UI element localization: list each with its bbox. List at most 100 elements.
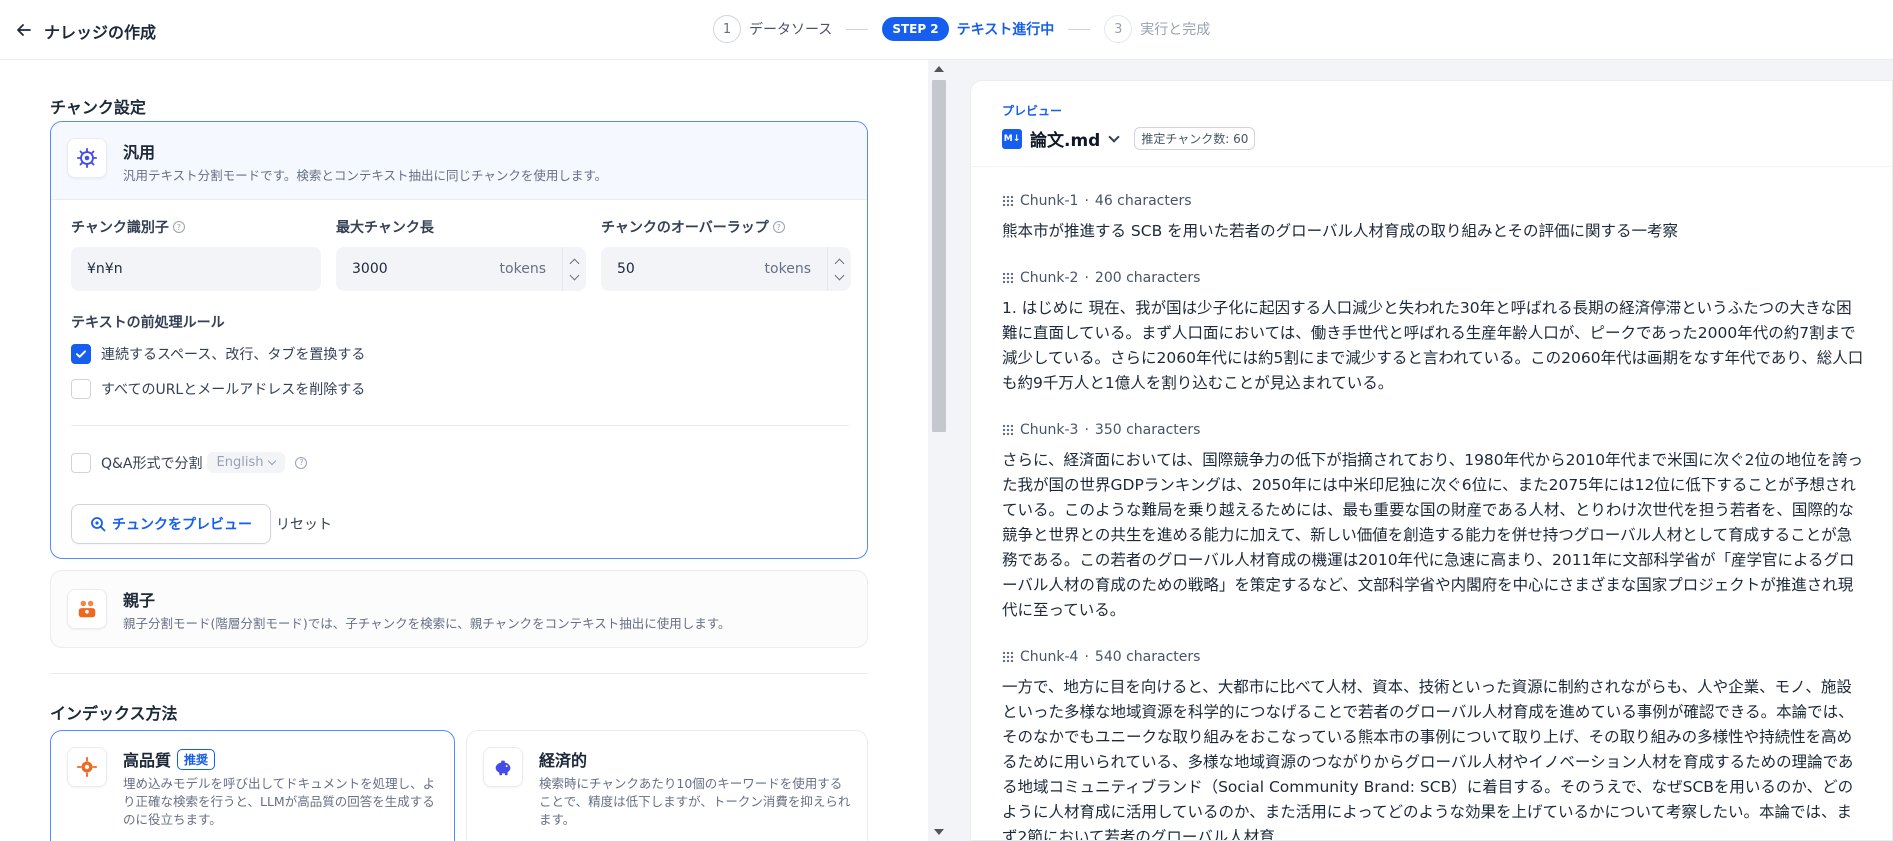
- general-mode-desc: 汎用テキスト分割モードです。検索とコンテキスト抽出に同じチャンクを使用します。: [123, 168, 608, 183]
- parent-child-icon: [67, 589, 107, 629]
- header: ナレッジの作成 1 データソース STEP 2 テキスト進行中 3 実行と完成: [0, 0, 1893, 60]
- back-button[interactable]: [12, 18, 36, 42]
- economy-name: 経済的: [539, 751, 588, 770]
- divider: [71, 425, 849, 426]
- chevron-up-icon[interactable]: [834, 258, 845, 268]
- chunk-text: 一方で、地方に目を向けると、大都市に比べて人材、資本、技術といった資源に制約され…: [1002, 678, 1854, 841]
- grid-icon: [1002, 272, 1014, 284]
- rule-remove-urls[interactable]: すべてのURLとメールアドレスを削除する: [71, 379, 365, 399]
- economy-card[interactable]: 経済的 検索時にチャンクあたり10個のキーワードを使用することで、精度は低下しま…: [466, 730, 868, 841]
- max-chunk-length-value: 3000: [352, 261, 388, 277]
- language-select[interactable]: English: [206, 452, 286, 473]
- sun-icon: [67, 747, 107, 787]
- settings-panel: チャンク設定 汎用 汎用テキスト分割モードです。検索とコンテキスト抽出に同じチャ…: [0, 60, 928, 841]
- qa-mode-label: Q&A形式で分割: [101, 455, 203, 472]
- overlap-label-text: チャンクのオーバーラップ: [601, 220, 769, 236]
- step-2-label: テキスト進行中: [956, 22, 1055, 38]
- recommended-badge: 推奨: [177, 749, 216, 770]
- general-mode-card[interactable]: 汎用 汎用テキスト分割モードです。検索とコンテキスト抽出に同じチャンクを使用しま…: [50, 121, 868, 559]
- chunk-meta: Chunk-1 · 46 characters: [1002, 193, 1864, 209]
- delimiter-label-text: チャンク識別子: [71, 220, 169, 236]
- scroll-down-arrow[interactable]: [934, 829, 944, 835]
- help-icon[interactable]: ?: [772, 221, 785, 233]
- scrollbar-thumb[interactable]: [932, 80, 946, 432]
- delimiter-input[interactable]: ¥n¥n: [71, 247, 321, 291]
- general-mode-name: 汎用: [123, 143, 156, 162]
- step-3-label: 実行と完成: [1140, 22, 1211, 38]
- rule-remove-urls-label: すべてのURLとメールアドレスを削除する: [101, 382, 366, 398]
- chunk-item: Chunk-3 · 350 characters さらに、経済面においては、国際…: [1002, 422, 1864, 623]
- max-chunk-length-label: 最大チャンク長: [336, 220, 434, 236]
- chunk-meta-dot: ·: [1084, 270, 1089, 286]
- step-3: 3 実行と完成: [1104, 15, 1210, 43]
- preview-chunks-label: チュンクをプレビュー: [112, 517, 252, 533]
- chevron-down-icon[interactable]: [1108, 130, 1121, 143]
- chunk-meta-dot: ·: [1084, 422, 1089, 438]
- piggy-bank-icon: [483, 747, 523, 787]
- index-method-title: インデックス方法: [50, 704, 178, 723]
- overlap-label: チャンクのオーバーラップ ?: [601, 217, 785, 237]
- settings-scrollbar[interactable]: [928, 60, 950, 841]
- help-icon[interactable]: ?: [295, 456, 308, 469]
- step-1[interactable]: 1 データソース: [713, 15, 832, 43]
- chunk-meta: Chunk-3 · 350 characters: [1002, 422, 1864, 438]
- page-title: ナレッジの作成: [44, 23, 157, 42]
- overlap-value: 50: [617, 261, 635, 277]
- chunk-item: Chunk-4 · 540 characters 一方で、地方に目を向けると、大…: [1002, 649, 1864, 841]
- scroll-up-arrow[interactable]: [934, 66, 944, 72]
- qa-mode-row[interactable]: Q&A形式で分割 English ?: [71, 452, 308, 473]
- divider: [50, 673, 868, 674]
- chunk-meta-dot: ·: [1084, 649, 1089, 665]
- overlap-unit: tokens: [764, 261, 811, 277]
- chunk-meta: Chunk-2 · 200 characters: [1002, 270, 1864, 286]
- high-quality-name: 高品質 推奨: [123, 747, 216, 771]
- parent-child-mode-card[interactable]: 親子 親子分割モード(階層分割モード)では、子チャンクを検索に、親チャンクをコン…: [50, 570, 868, 648]
- chunk-id: Chunk-2: [1020, 270, 1079, 286]
- step-2: STEP 2 テキスト進行中: [882, 17, 1054, 41]
- max-chunk-length-unit: tokens: [499, 261, 546, 277]
- preview-panel: プレビュー M↓ 論文.md 推定チャンク数: 60 Chunk-1 · 46 …: [970, 80, 1893, 841]
- step-2-pill: STEP 2: [882, 17, 949, 41]
- chunk-id: Chunk-4: [1020, 649, 1079, 665]
- high-quality-desc: 埋め込みモデルを呼び出してドキュメントを処理し、より正確な検索を行うと、LLMが…: [123, 776, 436, 827]
- preview-label: プレビュー: [1002, 104, 1063, 118]
- gear-icon: [67, 138, 107, 178]
- chunk-text: 熊本市が推進する SCB を用いた若者のグローバル人材育成の取り組みとその評価に…: [1002, 222, 1679, 240]
- language-select-value: English: [216, 455, 264, 470]
- economy-desc: 検索時にチャンクあたり10個のキーワードを使用することで、精度は低下しますが、ト…: [539, 776, 851, 827]
- chevron-up-icon[interactable]: [569, 258, 580, 268]
- chunk-chars: 350 characters: [1094, 422, 1201, 438]
- preview-header: プレビュー M↓ 論文.md 推定チャンク数: 60: [971, 81, 1892, 167]
- rule-replace-spaces[interactable]: 連続するスペース、改行、タブを置換する: [71, 344, 365, 364]
- checkbox-unchecked[interactable]: [71, 379, 91, 399]
- chevron-down-icon: [268, 456, 277, 466]
- chunk-chars: 540 characters: [1094, 649, 1201, 665]
- search-icon: [91, 517, 106, 532]
- file-name: 論文.md: [1030, 131, 1101, 151]
- max-chunk-length-stepper[interactable]: [562, 247, 586, 291]
- markdown-file-icon: M↓: [1002, 128, 1022, 149]
- chunk-chars: 200 characters: [1094, 270, 1201, 286]
- chevron-down-icon[interactable]: [569, 270, 580, 280]
- preprocess-rules-title: テキストの前処理ルール: [71, 315, 225, 331]
- checkbox-checked[interactable]: [71, 344, 91, 364]
- step-separator: [846, 28, 869, 30]
- chevron-down-icon[interactable]: [834, 270, 845, 280]
- parent-child-desc: 親子分割モード(階層分割モード)では、子チャンクを検索に、親チャンクをコンテキス…: [123, 616, 731, 631]
- check-icon: [76, 350, 86, 358]
- reset-button[interactable]: リセット: [276, 514, 332, 534]
- max-chunk-length-input[interactable]: 3000 tokens: [336, 247, 586, 291]
- stepper: 1 データソース STEP 2 テキスト進行中 3 実行と完成: [713, 14, 1210, 44]
- overlap-stepper[interactable]: [827, 247, 851, 291]
- grid-icon: [1002, 424, 1014, 436]
- chunk-chars: 46 characters: [1094, 193, 1192, 209]
- general-card-header: 汎用 汎用テキスト分割モードです。検索とコンテキスト抽出に同じチャンクを使用しま…: [51, 122, 867, 200]
- checkbox-unchecked[interactable]: [71, 452, 91, 473]
- estimated-chunks-badge: 推定チャンク数: 60: [1134, 127, 1256, 150]
- delimiter-value: ¥n¥n: [87, 261, 123, 277]
- help-icon[interactable]: ?: [172, 221, 185, 233]
- high-quality-card[interactable]: 高品質 推奨 埋め込みモデルを呼び出してドキュメントを処理し、より正確な検索を行う…: [50, 730, 455, 841]
- overlap-input[interactable]: 50 tokens: [601, 247, 851, 291]
- preview-chunks-button[interactable]: チュンクをプレビュー: [71, 504, 271, 544]
- file-selector[interactable]: M↓ 論文.md 推定チャンク数: 60: [1002, 126, 1256, 151]
